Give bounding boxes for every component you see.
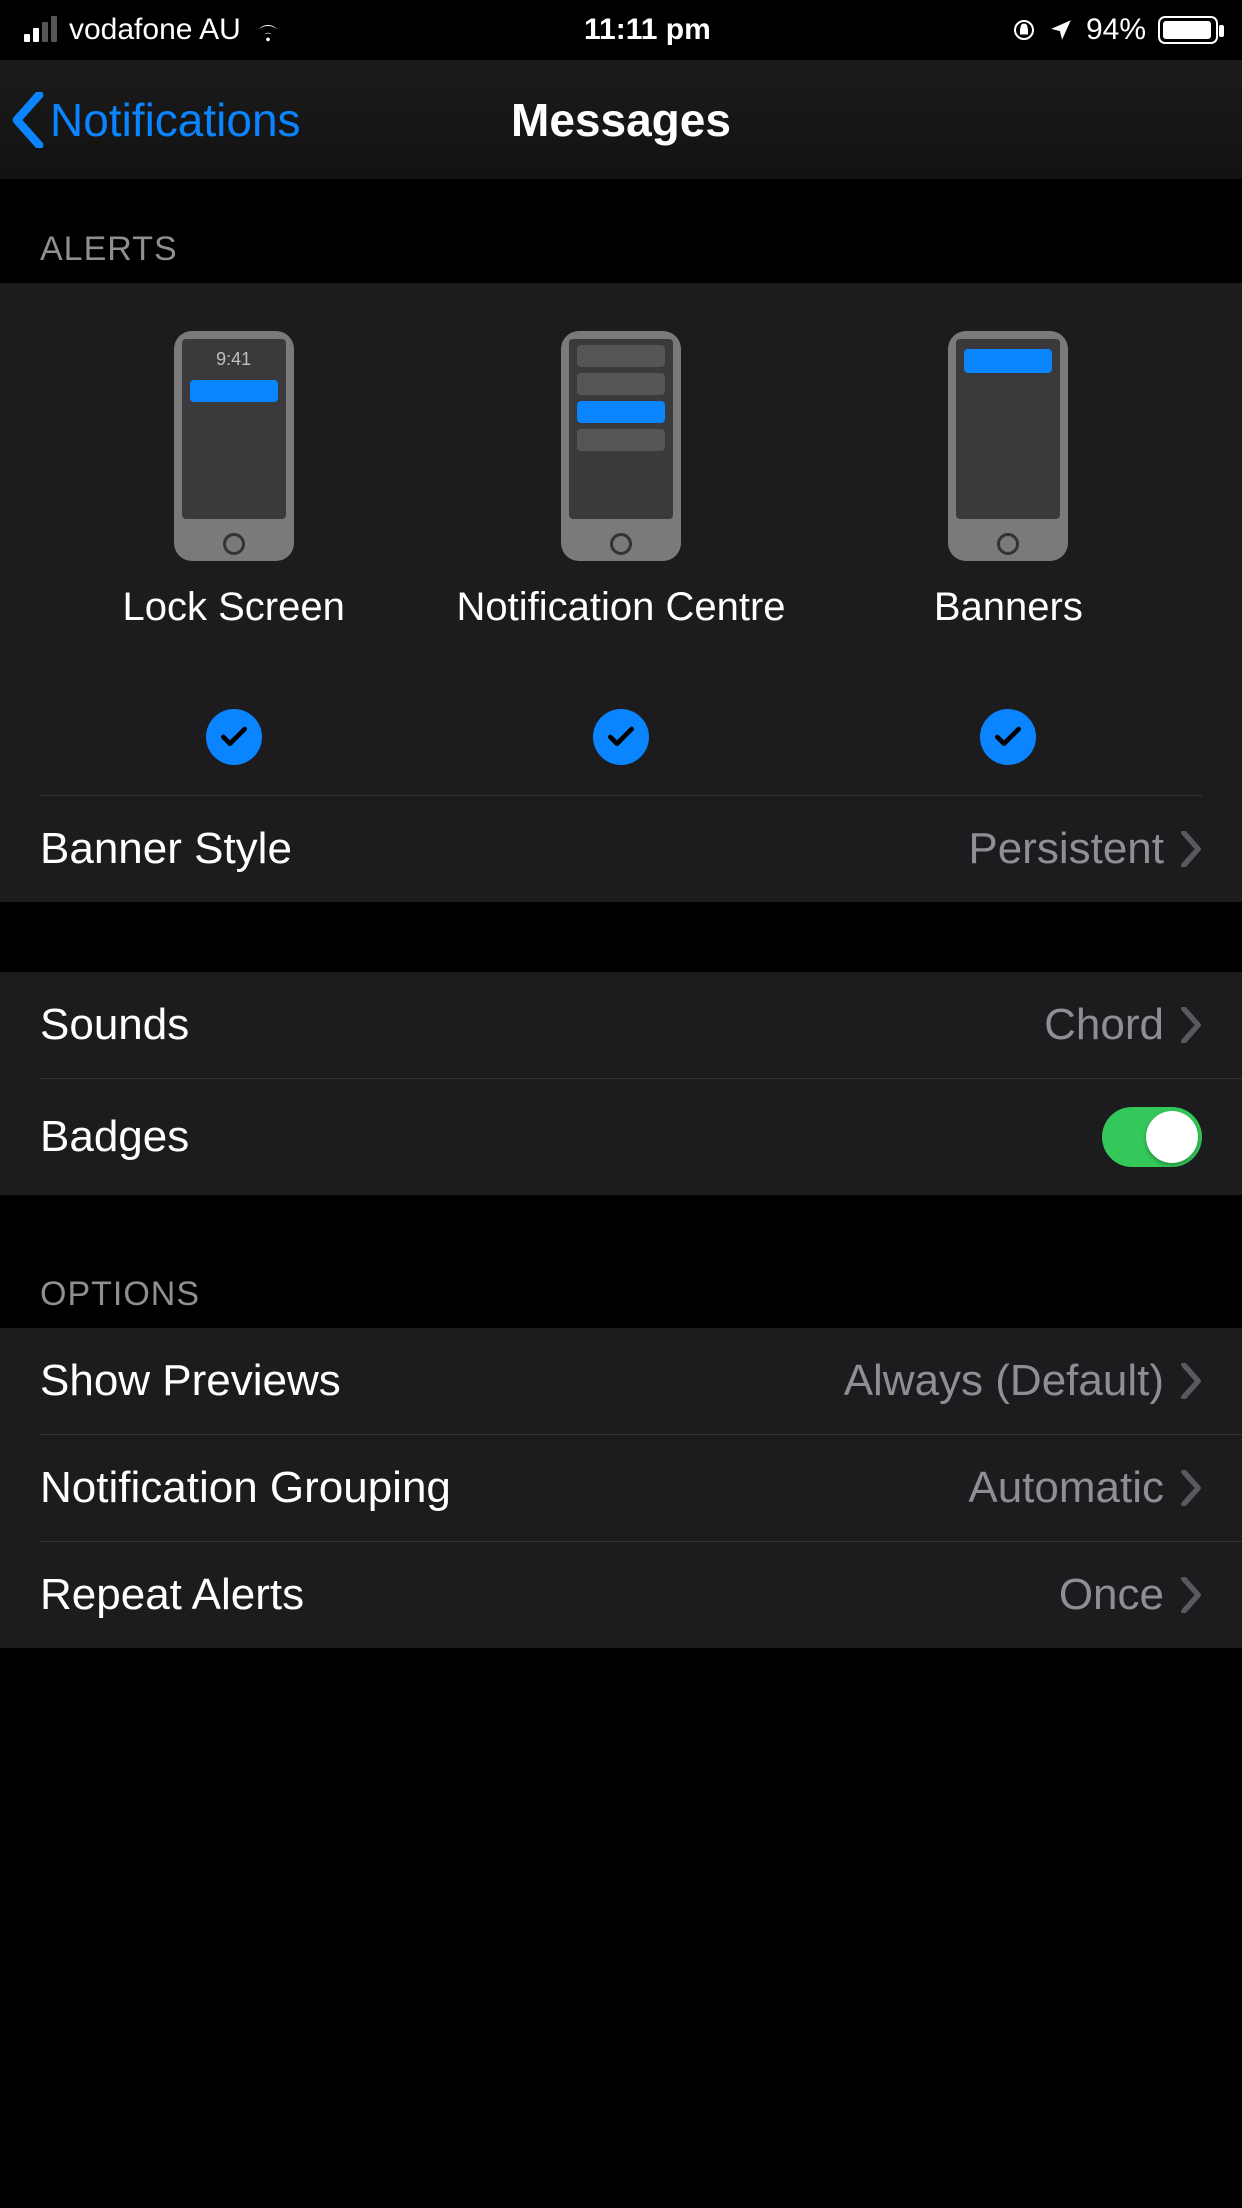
alert-label: Notification Centre bbox=[456, 585, 785, 685]
row-value: Automatic bbox=[968, 1463, 1164, 1513]
row-sounds[interactable]: Sounds Chord bbox=[0, 972, 1242, 1078]
checkmark-icon bbox=[593, 709, 649, 765]
alert-option-notification-centre[interactable]: Notification Centre bbox=[427, 331, 814, 765]
battery-percent: 94% bbox=[1086, 13, 1146, 47]
alert-style-selector: 9:41 Lock Screen Notification bbox=[40, 283, 1202, 796]
row-label: Notification Grouping bbox=[40, 1463, 451, 1513]
notification-centre-preview-icon bbox=[561, 331, 681, 561]
rotation-lock-icon bbox=[1012, 18, 1036, 42]
cellular-signal-icon bbox=[24, 18, 57, 42]
back-button[interactable]: Notifications bbox=[0, 92, 301, 148]
row-value: Chord bbox=[1044, 1000, 1164, 1050]
chevron-right-icon bbox=[1180, 831, 1202, 867]
alert-option-lock-screen[interactable]: 9:41 Lock Screen bbox=[40, 331, 427, 765]
alert-label: Banners bbox=[934, 585, 1083, 685]
options-group: Show Previews Always (Default) Notificat… bbox=[0, 1328, 1242, 1648]
row-value-container: Always (Default) bbox=[844, 1356, 1202, 1406]
section-header-alerts: ALERTS bbox=[0, 180, 1242, 283]
lock-screen-preview-icon: 9:41 bbox=[174, 331, 294, 561]
row-value-container: Once bbox=[1059, 1570, 1202, 1620]
row-value-container: Persistent bbox=[968, 824, 1202, 874]
row-show-previews[interactable]: Show Previews Always (Default) bbox=[0, 1328, 1242, 1434]
row-label: Show Previews bbox=[40, 1356, 341, 1406]
alert-option-banners[interactable]: Banners bbox=[815, 331, 1202, 765]
switch-knob bbox=[1146, 1111, 1198, 1163]
alert-label: Lock Screen bbox=[122, 585, 344, 685]
chevron-right-icon bbox=[1180, 1007, 1202, 1043]
status-right: 94% bbox=[1012, 13, 1218, 47]
sounds-badges-group: Sounds Chord Badges bbox=[0, 972, 1242, 1195]
back-label: Notifications bbox=[50, 93, 301, 147]
row-repeat-alerts[interactable]: Repeat Alerts Once bbox=[40, 1541, 1242, 1648]
section-header-options: OPTIONS bbox=[0, 1195, 1242, 1328]
row-banner-style[interactable]: Banner Style Persistent bbox=[0, 796, 1242, 902]
row-value: Once bbox=[1059, 1570, 1164, 1620]
row-label: Banner Style bbox=[40, 824, 292, 874]
location-icon bbox=[1048, 17, 1074, 43]
row-label: Sounds bbox=[40, 1000, 189, 1050]
chevron-left-icon bbox=[10, 92, 46, 148]
banners-preview-icon bbox=[948, 331, 1068, 561]
status-time: 11:11 pm bbox=[283, 13, 1012, 47]
checkmark-icon bbox=[206, 709, 262, 765]
row-value: Persistent bbox=[968, 824, 1164, 874]
row-value-container: Automatic bbox=[968, 1463, 1202, 1513]
carrier-label: vodafone AU bbox=[69, 13, 241, 47]
row-label: Repeat Alerts bbox=[40, 1570, 304, 1620]
row-value-container: Chord bbox=[1044, 1000, 1202, 1050]
status-bar: vodafone AU 11:11 pm 94% bbox=[0, 0, 1242, 60]
wifi-icon bbox=[253, 18, 283, 42]
checkmark-icon bbox=[980, 709, 1036, 765]
chevron-right-icon bbox=[1180, 1577, 1202, 1613]
battery-icon bbox=[1158, 16, 1218, 44]
row-value: Always (Default) bbox=[844, 1356, 1164, 1406]
chevron-right-icon bbox=[1180, 1363, 1202, 1399]
row-notification-grouping[interactable]: Notification Grouping Automatic bbox=[40, 1434, 1242, 1541]
alerts-group: 9:41 Lock Screen Notification bbox=[0, 283, 1242, 902]
chevron-right-icon bbox=[1180, 1470, 1202, 1506]
badges-toggle[interactable] bbox=[1102, 1107, 1202, 1167]
status-left: vodafone AU bbox=[24, 13, 283, 47]
row-label: Badges bbox=[40, 1112, 189, 1162]
nav-bar: Notifications Messages bbox=[0, 60, 1242, 180]
row-badges: Badges bbox=[40, 1078, 1242, 1195]
